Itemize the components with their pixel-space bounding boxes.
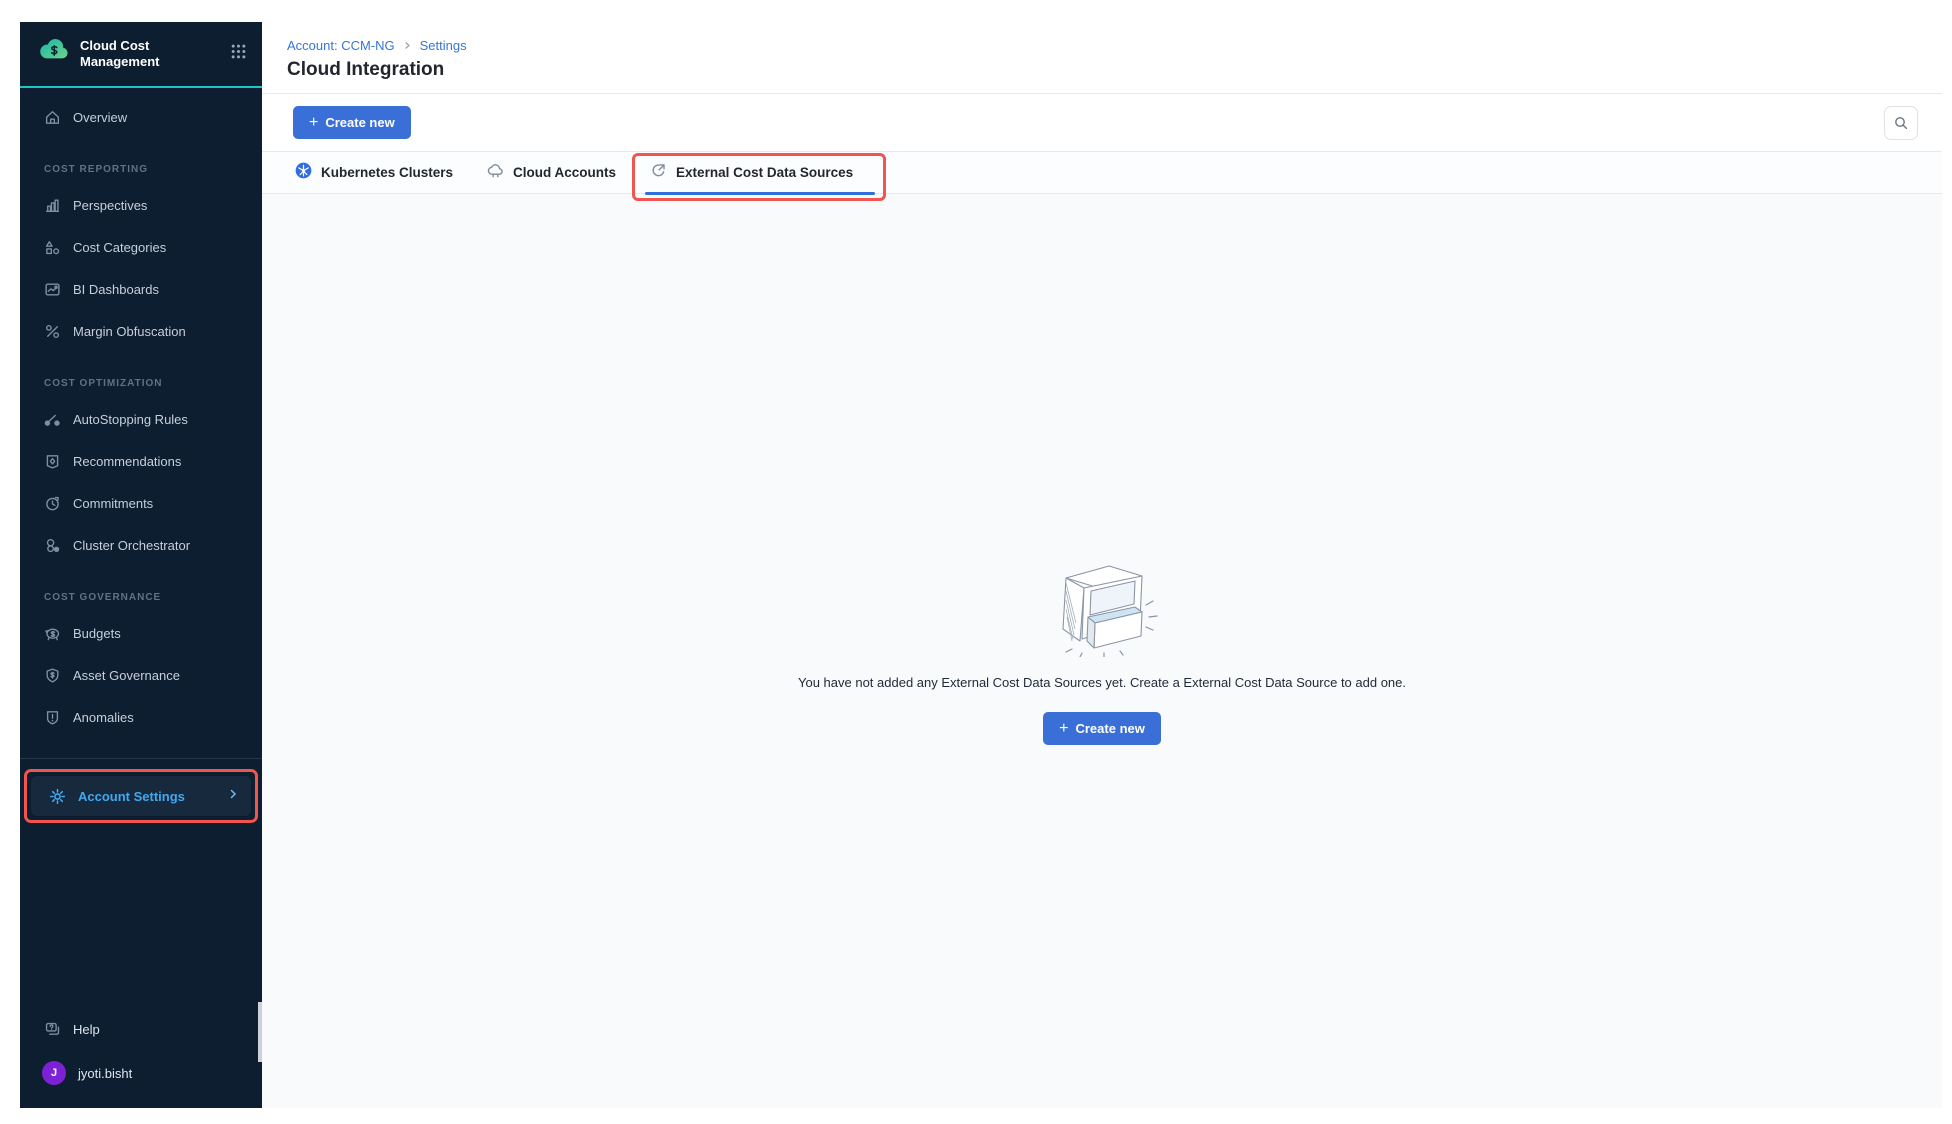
plus-icon: + bbox=[309, 115, 318, 131]
breadcrumb-settings-link[interactable]: Settings bbox=[420, 38, 467, 53]
sidebar-item-overview[interactable]: Overview bbox=[20, 96, 262, 138]
sidebar-item-label: Cost Categories bbox=[73, 240, 166, 255]
sidebar-header: Cloud Cost Management bbox=[20, 22, 262, 88]
sidebar-item-account-settings[interactable]: Account Settings bbox=[31, 776, 251, 816]
annotation-box-account-settings: Account Settings bbox=[24, 769, 258, 823]
username: jyoti.bisht bbox=[78, 1066, 132, 1081]
percent-icon bbox=[44, 323, 61, 340]
sidebar-item-anomalies[interactable]: Anomalies bbox=[20, 696, 262, 738]
app-window: Cloud Cost Management Overview COST REPO… bbox=[20, 22, 1942, 1108]
cloud-icon bbox=[487, 162, 504, 184]
section-cost-optimization: COST OPTIMIZATION bbox=[20, 368, 262, 398]
tab-label: Kubernetes Clusters bbox=[321, 165, 453, 180]
page-header: Account: CCM-NG Settings Cloud Integrati… bbox=[262, 22, 1942, 94]
brand-title: Cloud Cost Management bbox=[80, 36, 190, 71]
sidebar-item-label: Account Settings bbox=[78, 789, 215, 804]
sidebar-item-cluster-orchestrator[interactable]: Cluster Orchestrator bbox=[20, 524, 262, 566]
sidebar-item-label: Margin Obfuscation bbox=[73, 324, 186, 339]
avatar: J bbox=[42, 1061, 66, 1085]
section-cost-governance: COST GOVERNANCE bbox=[20, 582, 262, 612]
search-button[interactable] bbox=[1884, 106, 1918, 140]
sidebar-item-autostopping-rules[interactable]: AutoStopping Rules bbox=[20, 398, 262, 440]
chat-help-icon bbox=[44, 1021, 61, 1038]
sidebar-item-label: Overview bbox=[73, 110, 127, 125]
sidebar-bottom: Help J jyoti.bisht bbox=[20, 1008, 262, 1108]
breadcrumb: Account: CCM-NG Settings bbox=[287, 38, 1942, 53]
shapes-hierarchy-icon bbox=[44, 239, 61, 256]
tab-label: External Cost Data Sources bbox=[676, 165, 853, 180]
external-link-icon bbox=[650, 162, 667, 184]
sidebar-item-label: Asset Governance bbox=[73, 668, 180, 683]
tab-kubernetes-clusters[interactable]: Kubernetes Clusters bbox=[295, 152, 453, 193]
sidebar-spacer bbox=[20, 823, 262, 1008]
gear-icon bbox=[49, 788, 66, 805]
sidebar-item-label: Budgets bbox=[73, 626, 121, 641]
sidebar-item-label: Perspectives bbox=[73, 198, 147, 213]
app-switcher-icon[interactable] bbox=[231, 44, 246, 64]
breadcrumb-account-link[interactable]: Account: CCM-NG bbox=[287, 38, 395, 53]
sidebar-nav: Overview COST REPORTING Perspectives Cos… bbox=[20, 88, 262, 738]
sidebar-item-label: Anomalies bbox=[73, 710, 134, 725]
help-label: Help bbox=[73, 1022, 100, 1037]
sidebar-item-margin-obfuscation[interactable]: Margin Obfuscation bbox=[20, 310, 262, 352]
search-icon bbox=[1893, 115, 1909, 131]
create-new-label: Create new bbox=[325, 115, 394, 130]
chevron-right-icon bbox=[227, 787, 239, 805]
bar-chart-icon bbox=[44, 197, 61, 214]
sidebar-item-asset-governance[interactable]: Asset Governance bbox=[20, 654, 262, 696]
empty-state-message: You have not added any External Cost Dat… bbox=[798, 675, 1406, 690]
ccm-logo-icon bbox=[38, 36, 70, 62]
chevron-right-icon bbox=[403, 38, 412, 53]
piggy-bank-icon bbox=[44, 625, 61, 642]
shield-alert-icon bbox=[44, 709, 61, 726]
sidebar-item-label: Recommendations bbox=[73, 454, 181, 469]
shield-dollar-icon bbox=[44, 667, 61, 684]
create-new-button[interactable]: + Create new bbox=[293, 106, 411, 139]
home-icon bbox=[44, 109, 61, 126]
sidebar-item-bi-dashboards[interactable]: BI Dashboards bbox=[20, 268, 262, 310]
dashboard-image-icon bbox=[44, 281, 61, 298]
sidebar-item-budgets[interactable]: Budgets bbox=[20, 612, 262, 654]
main-content: Account: CCM-NG Settings Cloud Integrati… bbox=[262, 22, 1942, 1108]
page-title: Cloud Integration bbox=[287, 59, 1942, 81]
plus-icon: + bbox=[1059, 721, 1068, 737]
kubernetes-icon bbox=[295, 162, 312, 184]
user-profile[interactable]: J jyoti.bisht bbox=[20, 1050, 262, 1096]
sidebar: Cloud Cost Management Overview COST REPO… bbox=[20, 22, 262, 1108]
sidebar-item-label: Cluster Orchestrator bbox=[73, 538, 190, 553]
tab-bar: Kubernetes Clusters Cloud Accounts Exter… bbox=[262, 152, 1942, 194]
tab-external-cost-data-sources[interactable]: External Cost Data Sources bbox=[650, 152, 853, 193]
empty-state: You have not added any External Cost Dat… bbox=[262, 194, 1942, 1108]
sidebar-item-perspectives[interactable]: Perspectives bbox=[20, 184, 262, 226]
create-new-label: Create new bbox=[1075, 721, 1144, 736]
tab-cloud-accounts[interactable]: Cloud Accounts bbox=[487, 152, 616, 193]
cluster-icon bbox=[44, 537, 61, 554]
sidebar-item-commitments[interactable]: Commitments bbox=[20, 482, 262, 524]
active-tab-indicator bbox=[645, 192, 875, 195]
tab-label: Cloud Accounts bbox=[513, 165, 616, 180]
toolbar: + Create new bbox=[262, 94, 1942, 152]
help-button[interactable]: Help bbox=[20, 1008, 262, 1050]
sidebar-item-label: BI Dashboards bbox=[73, 282, 159, 297]
section-cost-reporting: COST REPORTING bbox=[20, 154, 262, 184]
sidebar-divider bbox=[20, 758, 262, 759]
autostopping-icon bbox=[44, 411, 61, 428]
sidebar-item-label: AutoStopping Rules bbox=[73, 412, 188, 427]
recommendation-tag-icon bbox=[44, 453, 61, 470]
sidebar-item-label: Commitments bbox=[73, 496, 153, 511]
clock-icon bbox=[44, 495, 61, 512]
empty-create-new-button[interactable]: + Create new bbox=[1043, 712, 1161, 745]
sidebar-item-cost-categories[interactable]: Cost Categories bbox=[20, 226, 262, 268]
empty-drawer-illustration bbox=[1042, 557, 1162, 657]
sidebar-item-recommendations[interactable]: Recommendations bbox=[20, 440, 262, 482]
